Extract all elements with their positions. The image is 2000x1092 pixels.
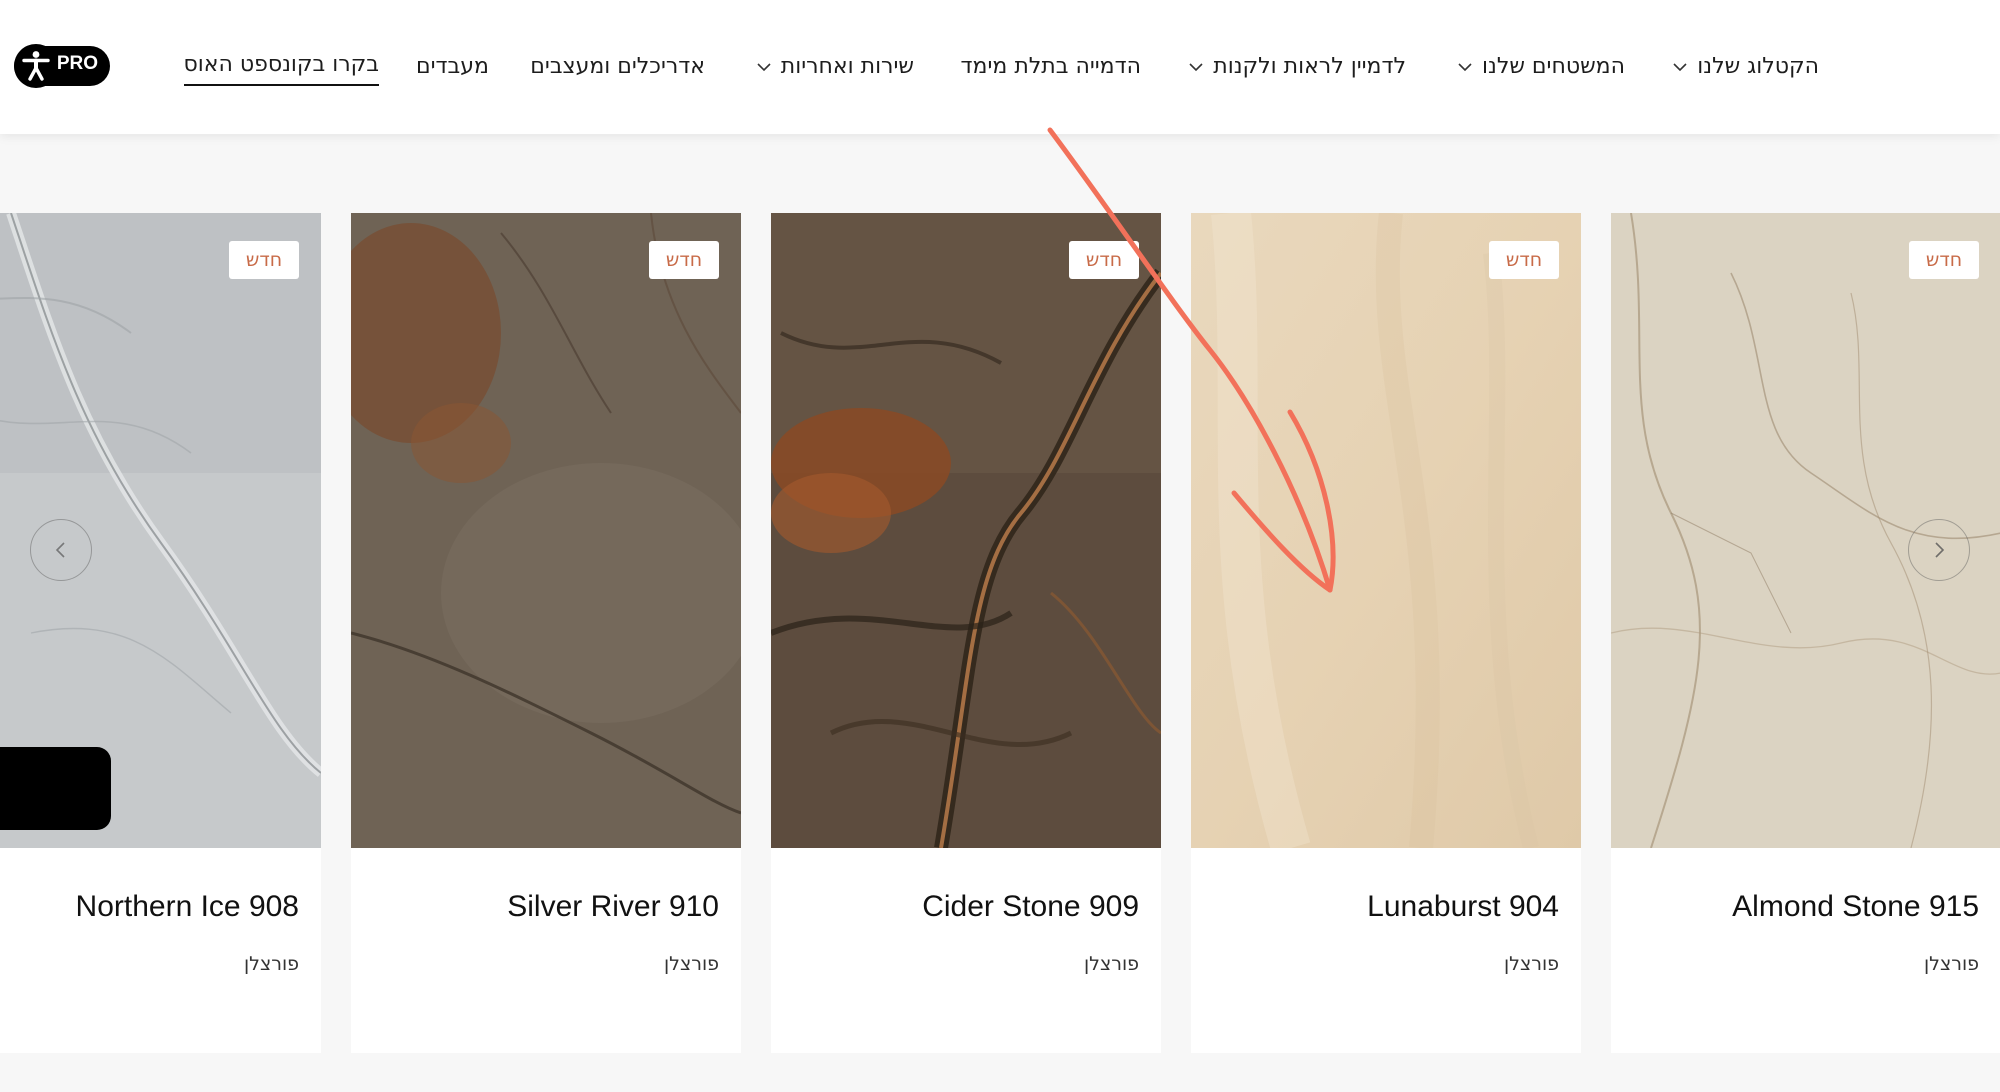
nav-fabricators[interactable]: מעבדים [416, 50, 489, 84]
chevron-down-icon [757, 63, 771, 72]
nav-surfaces-label: המשטחים שלנו [1482, 54, 1625, 79]
product-carousel: חדש Almond Stone 915 פורצלן חדש Lunaburs… [0, 213, 2000, 1053]
product-swatch-image: חדש [1191, 213, 1581, 848]
product-swatch-image: חדש [771, 213, 1161, 848]
nav-service[interactable]: שירות ואחריות [748, 50, 914, 84]
product-info: Silver River 910 פורצלן [351, 848, 741, 1053]
chat-widget-tab[interactable] [0, 747, 111, 830]
accessibility-pro-button[interactable]: PRO [14, 44, 110, 88]
nav-service-label: שירות ואחריות [780, 54, 914, 79]
new-badge: חדש [1909, 241, 1979, 279]
nav-fabricators-label: מעבדים [416, 54, 489, 79]
product-name: Silver River 910 [507, 890, 719, 923]
chevron-down-icon [1458, 63, 1472, 72]
new-badge: חדש [649, 241, 719, 279]
nav-concept-house[interactable]: בקרו בקונספט האוס [183, 48, 380, 86]
product-info: Cider Stone 909 פורצלן [771, 848, 1161, 1053]
product-card[interactable]: חדש Silver River 910 פורצלן [351, 213, 741, 1053]
chevron-down-icon [1189, 63, 1203, 72]
product-material: פורצלן [1923, 953, 1979, 975]
product-card[interactable]: חדש Cider Stone 909 פורצלן [771, 213, 1161, 1053]
nav-catalog[interactable]: הקטלוג שלנו [1664, 50, 1819, 84]
product-material: פורצלן [243, 953, 299, 975]
nav-surfaces[interactable]: המשטחים שלנו [1449, 50, 1625, 84]
chevron-left-icon [55, 542, 65, 558]
product-name: Lunaburst 904 [1367, 890, 1559, 923]
product-swatch-image: חדש [351, 213, 741, 848]
accessibility-icon [14, 44, 58, 88]
chevron-right-icon [1935, 542, 1945, 558]
product-card[interactable]: חדש Northern Ice 908 פורצלן [0, 213, 321, 1053]
carousel-prev-button[interactable] [30, 519, 92, 581]
pro-label: PRO [56, 53, 98, 74]
chevron-down-icon [1673, 63, 1687, 72]
carousel-next-button[interactable] [1908, 519, 1970, 581]
new-badge: חדש [1069, 241, 1139, 279]
nav-imagine[interactable]: לדמיין לראות ולקנות [1180, 50, 1406, 84]
new-badge: חדש [229, 241, 299, 279]
site-header: הקטלוג שלנו המשטחים שלנו לדמיין לראות ול… [0, 0, 2000, 134]
product-name: Northern Ice 908 [75, 890, 299, 923]
product-info: Almond Stone 915 פורצלן [1611, 848, 2000, 1053]
nav-architects-label: אדריכלים ומעצבים [530, 54, 705, 79]
product-info: Lunaburst 904 פורצלן [1191, 848, 1581, 1053]
product-name: Cider Stone 909 [922, 890, 1139, 923]
product-card[interactable]: חדש Lunaburst 904 פורצלן [1191, 213, 1581, 1053]
nav-3d-simulation-label: הדמייה בתלת מימד [960, 54, 1141, 79]
product-material: פורצלן [1083, 953, 1139, 975]
product-material: פורצלן [1503, 953, 1559, 975]
product-info: Northern Ice 908 פורצלן [0, 848, 321, 1053]
new-badge: חדש [1489, 241, 1559, 279]
nav-architects[interactable]: אדריכלים ומעצבים [530, 50, 705, 84]
nav-catalog-label: הקטלוג שלנו [1697, 54, 1819, 79]
product-card[interactable]: חדש Almond Stone 915 פורצלן [1611, 213, 2000, 1053]
product-material: פורצלן [663, 953, 719, 975]
nav-3d-simulation[interactable]: הדמייה בתלת מימד [961, 50, 1141, 84]
nav-concept-house-label: בקרו בקונספט האוס [183, 52, 380, 77]
nav-imagine-label: לדמיין לראות ולקנות [1213, 54, 1406, 79]
product-name: Almond Stone 915 [1732, 890, 1979, 923]
